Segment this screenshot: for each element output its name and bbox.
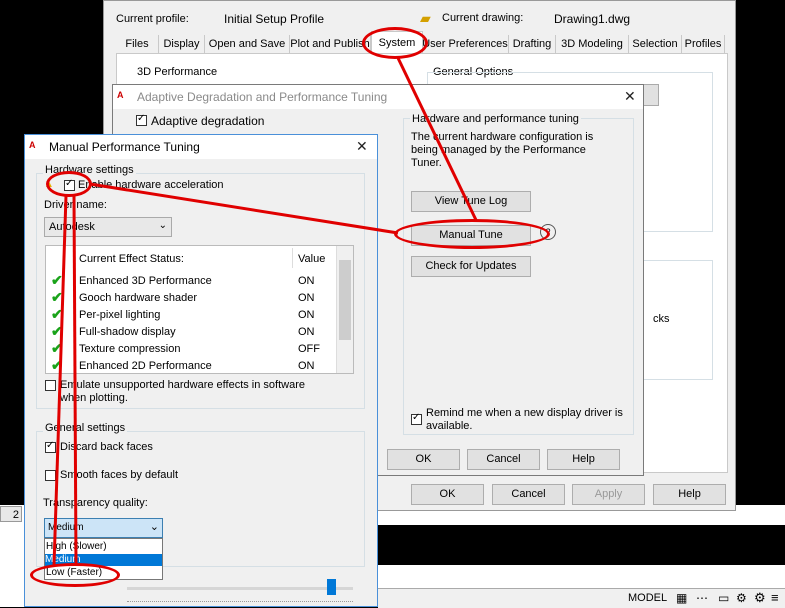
annotation-lines xyxy=(52,57,478,566)
annotation-line-enable-to-low-b xyxy=(72,195,78,566)
annotation-line-system-to-manual xyxy=(396,57,478,221)
annotation-line-enable-to-low-a xyxy=(52,195,68,566)
annotation-line-manual-to-enable xyxy=(89,182,399,235)
